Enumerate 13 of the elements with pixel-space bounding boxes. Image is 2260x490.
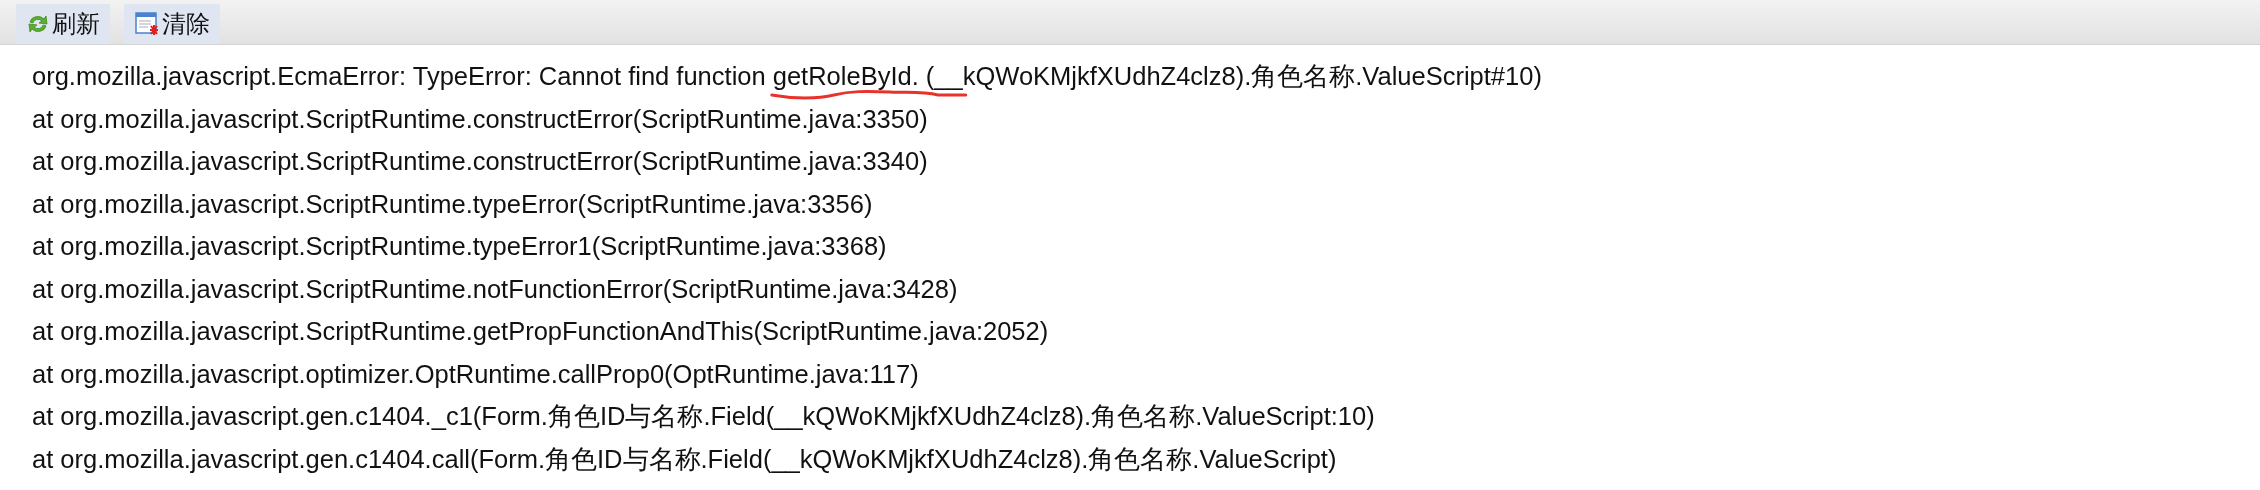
stack-trace-line: at org.mozilla.javascript.ScriptRuntime.getPropFunctionAndThis(ScriptRuntime.java:2052) [32,317,1049,345]
stack-trace-line: at org.mozilla.javascript.ScriptRuntime.typeError(ScriptRuntime.java:3356) [32,189,873,218]
stack-trace-line: at org.mozilla.javascript.gen.c1404._c1(Form.角色ID与名称.Field(__kQWoKMjkfXUdhZ4clz8).角色名称.ValueScript:10) [32,402,1375,430]
stack-trace-line: at org.mozilla.javascript.gen.c1404.call(Form.角色ID与名称.Field(__kQWoKMjkfXUdhZ4clz8).角色名称.ValueScript) [32,444,1337,473]
clear-button[interactable]: 清除 [124,4,220,44]
stack-trace-line: at org.mozilla.javascript.optimizer.OptRuntime.callProp0(OptRuntime.java:117) [32,359,919,388]
document-delete-icon [134,11,160,37]
refresh-button[interactable]: 刷新 [16,4,110,44]
stack-trace-line: at org.mozilla.javascript.ScriptRuntime.typeError1(ScriptRuntime.java:3368) [32,232,887,260]
stack-trace-line: at org.mozilla.javascript.ScriptRuntime.notFunctionError(ScriptRuntime.java:3428) [32,274,958,303]
stack-trace-line: at org.mozilla.javascript.ScriptRuntime.constructError(ScriptRuntime.java:3340) [32,147,928,175]
stack-trace-line: at org.mozilla.javascript.ScriptRuntime.constructError(ScriptRuntime.java:3350) [32,104,928,133]
error-message: org.mozilla.javascript.EcmaError: TypeError: Cannot find function getRoleById. (__kQWoKMjkfXUdhZ4clz8).角色名称.ValueScript#10) [32,62,1542,90]
